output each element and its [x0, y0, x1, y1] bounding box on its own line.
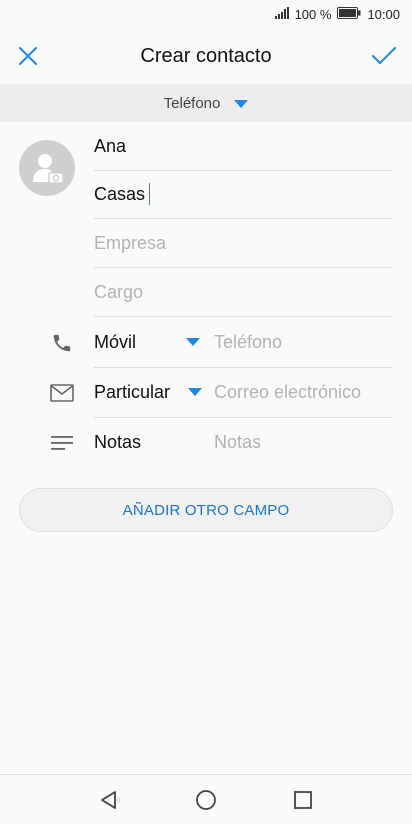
phone-type-dropdown[interactable] [186, 317, 200, 367]
text-cursor [149, 183, 151, 205]
add-photo-icon [33, 154, 64, 184]
dropdown-caret-icon [188, 388, 202, 396]
first-name-field[interactable]: Ana [94, 122, 393, 171]
close-icon [19, 47, 37, 65]
dropdown-caret-icon [234, 95, 249, 112]
email-input[interactable]: Correo electrónico [214, 367, 361, 417]
first-name-value: Ana [94, 135, 127, 156]
check-icon [371, 47, 396, 64]
phone-row: Móvil Teléfono [94, 317, 393, 368]
back-triangle-icon [100, 790, 116, 809]
add-field-button[interactable]: AÑADIR OTRO CAMPO [19, 488, 393, 532]
close-button[interactable] [0, 28, 56, 84]
battery-percent: 100 % [294, 6, 332, 22]
home-circle-icon [196, 789, 216, 810]
last-name-value: Casas [94, 183, 146, 204]
app-bar: Crear contacto [0, 28, 412, 84]
recents-square-icon [294, 790, 313, 809]
status-bar: 100 % 10:00 [0, 0, 412, 28]
email-row: Particular Correo electrónico [94, 367, 393, 418]
phone-input[interactable]: Teléfono [214, 317, 282, 367]
phone-icon [48, 329, 76, 357]
email-type-label[interactable]: Particular [94, 367, 170, 417]
notes-label: Notas [94, 431, 142, 452]
page-title: Crear contacto [140, 44, 272, 67]
company-field[interactable]: Empresa [94, 219, 393, 268]
navigation-bar [0, 774, 412, 824]
avatar[interactable] [19, 140, 75, 196]
home-button[interactable] [186, 780, 226, 820]
job-title-placeholder: Cargo [94, 281, 144, 302]
company-placeholder: Empresa [94, 232, 167, 253]
recents-button[interactable] [283, 780, 323, 820]
last-name-field[interactable]: Casas [94, 170, 393, 219]
notes-row: Notas Notas [94, 417, 393, 467]
back-button[interactable] [89, 780, 129, 820]
signal-icon [274, 6, 291, 22]
dropdown-caret-icon [186, 338, 200, 346]
account-selector[interactable]: Teléfono [0, 84, 412, 122]
phone-type-label[interactable]: Móvil [94, 317, 136, 367]
notes-icon [48, 429, 76, 457]
email-type-dropdown[interactable] [188, 367, 202, 417]
clock: 10:00 [367, 6, 400, 22]
job-title-field[interactable]: Cargo [94, 268, 393, 317]
email-icon [48, 379, 76, 407]
account-label: Teléfono [163, 94, 221, 112]
battery-icon [337, 6, 361, 22]
save-button[interactable] [356, 28, 412, 84]
notes-input[interactable]: Notas [214, 417, 261, 467]
